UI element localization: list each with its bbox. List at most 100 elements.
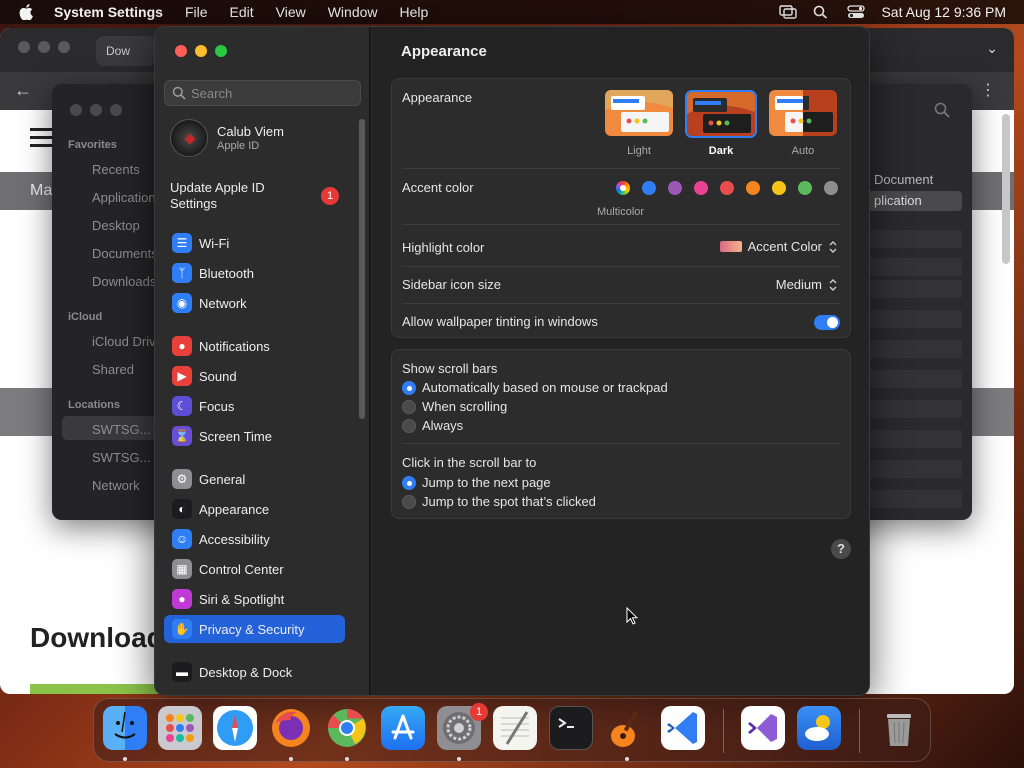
finder-item[interactable]: Documents	[92, 246, 158, 261]
sidebar-item-focus[interactable]: ☾ Focus	[164, 392, 345, 420]
dock-app-store-icon[interactable]	[381, 706, 425, 750]
scroll-option-automatic[interactable]: Automatically based on mouse or trackpad	[402, 380, 668, 395]
sidebar-item-general[interactable]: ⚙ General	[164, 465, 345, 493]
accent-color-swatch[interactable]	[746, 181, 760, 195]
kebab-menu-icon[interactable]: ⋮	[980, 80, 996, 100]
sidebar-search-input[interactable]: Search	[164, 80, 361, 106]
finder-item[interactable]: Applications	[92, 190, 162, 205]
finder-item[interactable]: Network	[92, 478, 140, 493]
sidebar-icon-size-popup[interactable]: Medium	[776, 277, 838, 292]
finder-column-row	[870, 310, 962, 328]
dock-launchpad-icon[interactable]	[158, 706, 202, 750]
back-arrow-icon[interactable]: ←	[14, 80, 32, 101]
sidebar-item-appearance[interactable]: ◐ Appearance	[164, 495, 345, 523]
finder-item[interactable]: Desktop	[92, 218, 140, 233]
speaker-icon: ▶	[172, 366, 192, 386]
dock-terminal-icon[interactable]	[549, 706, 593, 750]
screen-mirroring-icon[interactable]	[779, 5, 798, 19]
appearance-light-option[interactable]	[605, 90, 673, 136]
dock-weather-icon[interactable]	[797, 706, 841, 750]
search-icon[interactable]	[934, 102, 950, 118]
avatar	[170, 119, 208, 157]
finder-item[interactable]: Downloads	[92, 274, 156, 289]
dock-visual-studio-icon[interactable]	[741, 706, 785, 750]
radio-label: Always	[422, 418, 464, 433]
menu-help[interactable]: Help	[400, 4, 429, 20]
menu-edit[interactable]: Edit	[230, 4, 254, 20]
menu-window[interactable]: Window	[328, 4, 378, 20]
sidebar-item-label: Appearance	[199, 501, 270, 517]
click-option-next-page[interactable]: Jump to the next page	[402, 475, 551, 490]
dock-finder-icon[interactable]	[103, 706, 147, 750]
help-button[interactable]: ?	[831, 539, 851, 559]
control-center-icon[interactable]	[847, 5, 866, 19]
accent-color-multicolor[interactable]	[616, 181, 630, 195]
divider	[402, 443, 840, 444]
minimize-window-button[interactable]	[195, 45, 207, 57]
browser-tab-label: Dow	[106, 44, 131, 58]
dock-vscode-icon[interactable]	[661, 706, 705, 750]
menu-file[interactable]: File	[185, 4, 208, 20]
apple-menu-icon[interactable]	[18, 4, 34, 20]
finder-item[interactable]: SWTSG...	[92, 450, 151, 465]
sidebar-item-sound[interactable]: ▶ Sound	[164, 362, 345, 390]
scroll-option-always[interactable]: Always	[402, 418, 463, 433]
highlight-color-popup[interactable]: Accent Color	[719, 239, 838, 254]
appearance-auto-option[interactable]	[769, 90, 837, 136]
finder-item[interactable]: iCloud Drive	[92, 334, 163, 349]
finder-column-row	[870, 400, 962, 418]
menu-view[interactable]: View	[276, 4, 306, 20]
dock-chrome-icon[interactable]	[325, 706, 369, 750]
accent-color-swatch[interactable]	[720, 181, 734, 195]
dock-textedit-icon[interactable]	[493, 706, 537, 750]
browser-tab[interactable]: Dow	[96, 36, 156, 66]
click-option-spot-clicked[interactable]: Jump to the spot that’s clicked	[402, 494, 596, 509]
accent-color-swatch[interactable]	[668, 181, 682, 195]
sidebar-item-bluetooth[interactable]: ᛉ Bluetooth	[164, 259, 345, 287]
sidebar-scrollbar[interactable]	[359, 119, 365, 419]
accent-color-swatch[interactable]	[642, 181, 656, 195]
hamburger-menu-icon[interactable]	[30, 128, 54, 152]
appearance-dark-label: Dark	[708, 145, 734, 157]
apple-id-account[interactable]: Calub Viem Apple ID	[170, 119, 360, 159]
accent-color-swatch[interactable]	[694, 181, 708, 195]
green-button-partial[interactable]	[30, 684, 170, 694]
sidebar-item-privacy-security[interactable]: ✋ Privacy & Security	[164, 615, 345, 643]
finder-column-row	[870, 460, 962, 478]
finder-column-document[interactable]: Document	[874, 172, 933, 187]
close-window-button[interactable]	[175, 45, 187, 57]
sidebar-item-screen-time[interactable]: ⌛ Screen Time	[164, 422, 345, 450]
settings-dock-badge: 1	[470, 703, 488, 721]
chevron-down-icon[interactable]: ⌄	[986, 40, 998, 57]
running-indicator	[625, 757, 629, 761]
finder-item[interactable]: Shared	[92, 362, 134, 377]
finder-column-selected[interactable]: plication	[864, 191, 962, 211]
menu-clock[interactable]: Sat Aug 12 9:36 PM	[881, 4, 1006, 20]
dock-firefox-icon[interactable]	[269, 706, 313, 750]
dock-trash-icon[interactable]	[877, 706, 921, 750]
finder-item[interactable]: SWTSG...	[92, 422, 151, 437]
accent-color-swatch[interactable]	[798, 181, 812, 195]
finder-item[interactable]: Recents	[92, 162, 140, 177]
scroll-option-when-scrolling[interactable]: When scrolling	[402, 399, 507, 414]
zoom-window-button[interactable]	[215, 45, 227, 57]
window-traffic-lights	[175, 45, 227, 57]
browser-scrollbar[interactable]	[1002, 114, 1010, 264]
spotlight-search-icon[interactable]	[813, 5, 831, 19]
dock-garageband-icon[interactable]	[605, 706, 649, 750]
sidebar-item-network[interactable]: ◉ Network	[164, 289, 345, 317]
sidebar-item-notifications[interactable]: ● Notifications	[164, 332, 345, 360]
account-name: Calub Viem	[217, 124, 284, 139]
dock-safari-icon[interactable]	[213, 706, 257, 750]
accent-color-swatch[interactable]	[824, 181, 838, 195]
appearance-dark-option[interactable]	[685, 90, 757, 138]
sidebar-item-desktop-dock[interactable]: ▬ Desktop & Dock	[164, 658, 345, 686]
accent-color-swatch[interactable]	[772, 181, 786, 195]
sidebar-item-siri-spotlight[interactable]: ● Siri & Spotlight	[164, 585, 345, 613]
sidebar-item-wi-fi[interactable]: ☰ Wi-Fi	[164, 229, 345, 257]
sidebar-item-accessibility[interactable]: ☺ Accessibility	[164, 525, 345, 553]
wallpaper-tinting-toggle[interactable]	[814, 315, 840, 330]
sidebar-item-control-center[interactable]: ▦ Control Center	[164, 555, 345, 583]
update-apple-id-settings[interactable]: Update Apple ID Settings	[170, 180, 310, 212]
menu-app-name[interactable]: System Settings	[54, 4, 163, 20]
